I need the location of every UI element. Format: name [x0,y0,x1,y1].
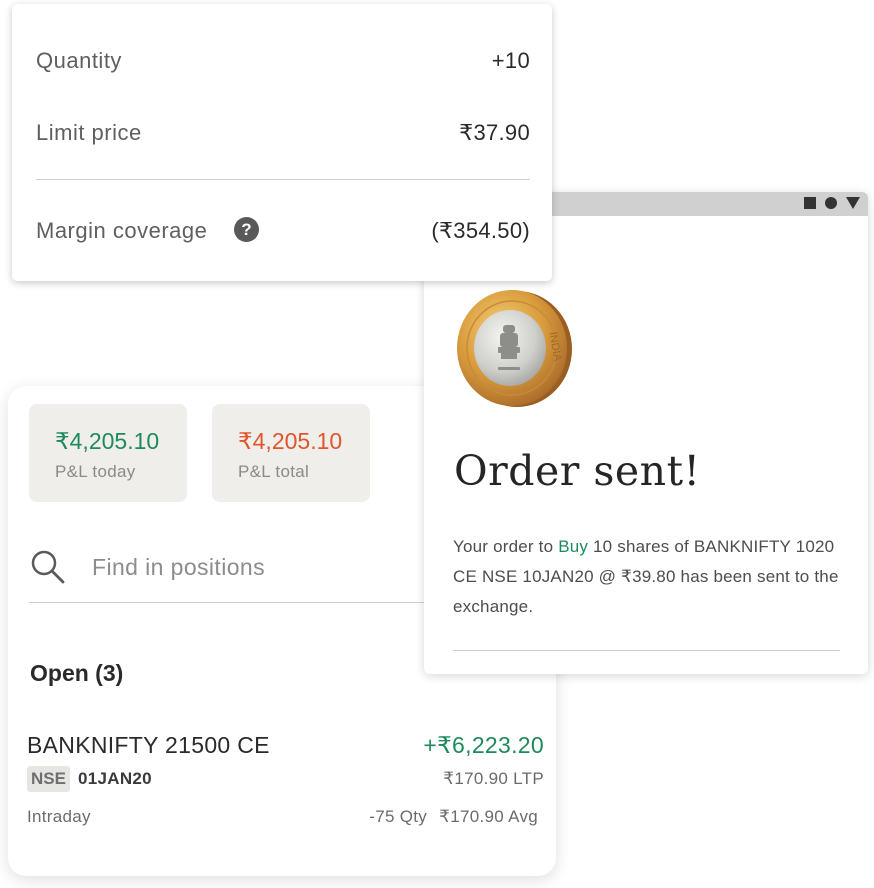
quantity-value: +10 [491,48,530,73]
circle-icon[interactable] [825,197,837,209]
pnl-total-value: ₹4,205.10 [238,428,343,454]
question-circle-icon[interactable]: ? [234,217,259,242]
margin-coverage-label: Margin coverage [36,218,208,243]
divider [36,179,530,180]
search-input[interactable]: Find in positions [92,554,265,581]
triangle-down-icon[interactable] [846,197,860,209]
position-product: Intraday [27,807,91,826]
position-avg: ₹170.90 Avg [439,807,538,826]
quantity-label: Quantity [36,48,122,73]
message-prefix: Your order to [453,537,559,556]
limit-price-label: Limit price [36,120,142,145]
square-icon[interactable] [804,197,816,209]
buy-action-text: Buy [558,537,589,556]
position-pnl: +₹6,223.20 [423,732,544,758]
positions-search[interactable]: Find in positions [29,544,429,603]
search-icon [31,550,65,584]
margin-coverage-value: (₹354.50) [431,218,530,243]
position-qty: -75 Qty [369,807,428,826]
pnl-total-label: P&L total [238,462,310,481]
exchange-badge: NSE [27,766,70,792]
divider [453,650,840,651]
limit-price-value: ₹37.90 [459,120,530,145]
window-controls [804,197,860,209]
pnl-today-tile: ₹4,205.10 P&L today [29,404,187,502]
position-qty-avg: -75 Qty ₹170.90 Avg [369,807,538,827]
position-ltp: ₹170.90 LTP [443,769,544,788]
order-sent-message: Your order to Buy 10 shares of BANKNIFTY… [453,532,843,622]
position-expiry: 01JAN20 [78,769,152,788]
pnl-today-label: P&L today [55,462,136,481]
pnl-today-value: ₹4,205.10 [55,428,160,454]
order-sent-title: Order sent! [454,447,701,495]
pnl-total-tile: ₹4,205.10 P&L total [212,404,370,502]
open-positions-heading: Open (3) [30,660,124,686]
position-symbol: BANKNIFTY 21500 CE [27,732,270,758]
rupee-coin-image: INDIA [457,290,572,407]
order-details-card: Quantity +10 Limit price ₹37.90 Margin c… [12,4,552,281]
